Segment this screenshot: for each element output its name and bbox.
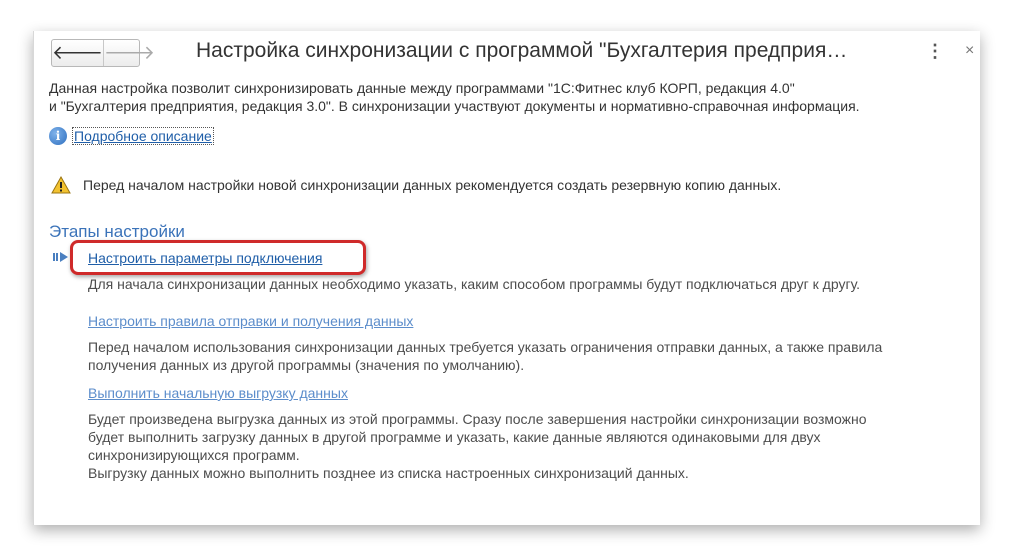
step-description-line: получения данных из другой программы (зн… xyxy=(88,357,525,373)
step-description-line: Перед началом использования синхронизаци… xyxy=(88,339,883,355)
backup-warning: Перед началом настройки новой синхрониза… xyxy=(51,176,781,194)
step-initial-export-link[interactable]: Выполнить начальную выгрузку данных xyxy=(88,385,348,401)
detailed-description-link[interactable]: Подробное описание xyxy=(72,127,214,145)
info-icon: i xyxy=(49,127,67,145)
step-initial-export-description: Будет произведена выгрузка данных из это… xyxy=(88,410,867,482)
forward-arrow-icon: 🡒 xyxy=(103,42,155,64)
step-description-line: Будет произведена выгрузка данных из это… xyxy=(88,411,867,427)
warning-icon xyxy=(51,176,71,194)
description-line: Данная настройка позволит синхронизирова… xyxy=(49,80,795,96)
description-line: и "Бухгалтерия предприятия, редакция 3.0… xyxy=(49,98,860,114)
step-send-receive-rules-link[interactable]: Настроить правила отправки и получения д… xyxy=(88,313,413,329)
more-options-icon[interactable]: ⋮ xyxy=(926,42,944,60)
back-button[interactable]: 🡐 xyxy=(52,40,104,66)
window-title: Настройка синхронизации с программой "Бу… xyxy=(196,39,848,62)
navigation-buttons: 🡐 🡒 xyxy=(51,39,155,67)
forward-button[interactable]: 🡒 xyxy=(104,40,155,66)
warning-text: Перед началом настройки новой синхрониза… xyxy=(83,177,782,193)
step-description-line: будет выполнить загрузку данных в другой… xyxy=(88,429,821,445)
step-description-line: Для начала синхронизации данных необходи… xyxy=(88,276,861,292)
detailed-description-row: i Подробное описание xyxy=(49,127,214,145)
step-send-receive-rules-description: Перед началом использования синхронизаци… xyxy=(88,338,882,374)
step-connection-parameters-description: Для начала синхронизации данных необходи… xyxy=(88,275,860,293)
step-description-line: синхронизирующихся программ. xyxy=(88,447,300,463)
sync-setup-window: 🡐 🡒 Настройка синхронизации с программой… xyxy=(33,31,980,525)
current-step-arrow-icon xyxy=(53,252,68,262)
close-icon[interactable]: × xyxy=(965,43,974,59)
back-arrow-icon: 🡐 xyxy=(52,42,103,64)
step-description-line: Выгрузку данных можно выполнить позднее … xyxy=(88,465,689,481)
description-text: Данная настройка позволит синхронизирова… xyxy=(49,79,964,115)
step-connection-parameters-link[interactable]: Настроить параметры подключения xyxy=(88,250,322,266)
